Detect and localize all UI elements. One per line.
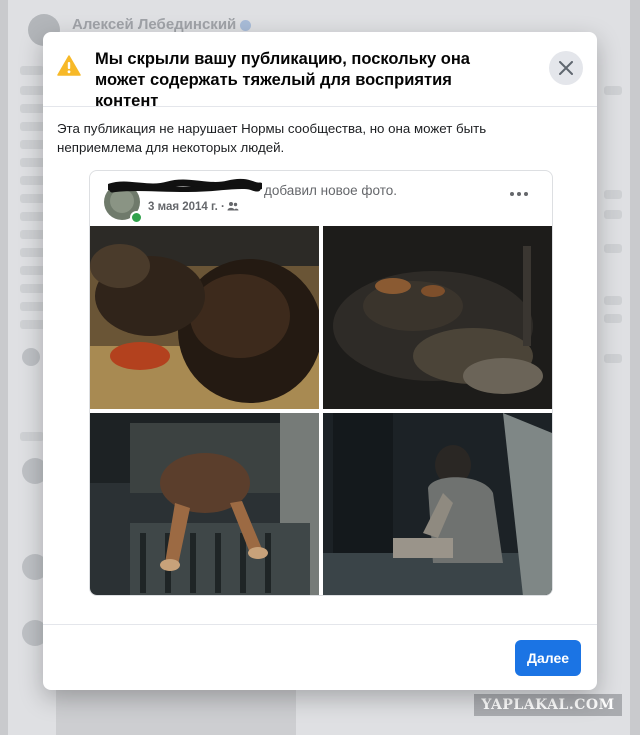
dialog-title: Мы скрыли вашу публикацию, поскольку она… [95, 50, 470, 110]
more-dots-icon[interactable] [508, 187, 530, 201]
background-like-icon [22, 348, 40, 366]
post-photo[interactable] [90, 226, 319, 409]
close-icon [559, 61, 573, 75]
background-text-line [604, 314, 622, 323]
post-date[interactable]: 3 мая 2014 г. · [148, 201, 225, 213]
post-photo[interactable] [90, 413, 319, 595]
post-photo[interactable] [323, 413, 552, 595]
dialog-header: Мы скрыли вашу публикацию, поскольку она… [43, 32, 597, 110]
friends-icon [227, 202, 239, 211]
dialog-footer-divider [43, 624, 597, 625]
hidden-post-preview: добавил новое фото. 3 мая 2014 г. · [89, 170, 553, 596]
next-button[interactable]: Далее [515, 640, 581, 676]
background-text-line [604, 296, 622, 305]
photo-grid [90, 226, 552, 595]
close-button[interactable] [549, 51, 583, 85]
watermark: YAPLAKAL.COM [474, 694, 622, 716]
warning-triangle-icon [57, 55, 81, 76]
background-photo [56, 690, 296, 735]
background-text-line [604, 190, 622, 199]
background-author-name: Алексей Лебединский [72, 16, 252, 33]
redacted-author-name [108, 178, 262, 193]
background-text-line [604, 210, 622, 219]
background-text-line [604, 354, 622, 363]
background-text-line [20, 66, 44, 75]
post-action-text: добавил новое фото. [264, 183, 398, 198]
online-status-icon [130, 211, 143, 224]
verified-icon [240, 19, 252, 31]
dialog-description: Эта публикация не нарушает Нормы сообщес… [57, 121, 487, 155]
sensitive-content-dialog: Мы скрыли вашу публикацию, поскольку она… [43, 32, 597, 690]
background-text-line [20, 432, 44, 441]
background-text-line [604, 86, 622, 95]
background-text-line [604, 244, 622, 253]
post-photo[interactable] [323, 226, 552, 409]
